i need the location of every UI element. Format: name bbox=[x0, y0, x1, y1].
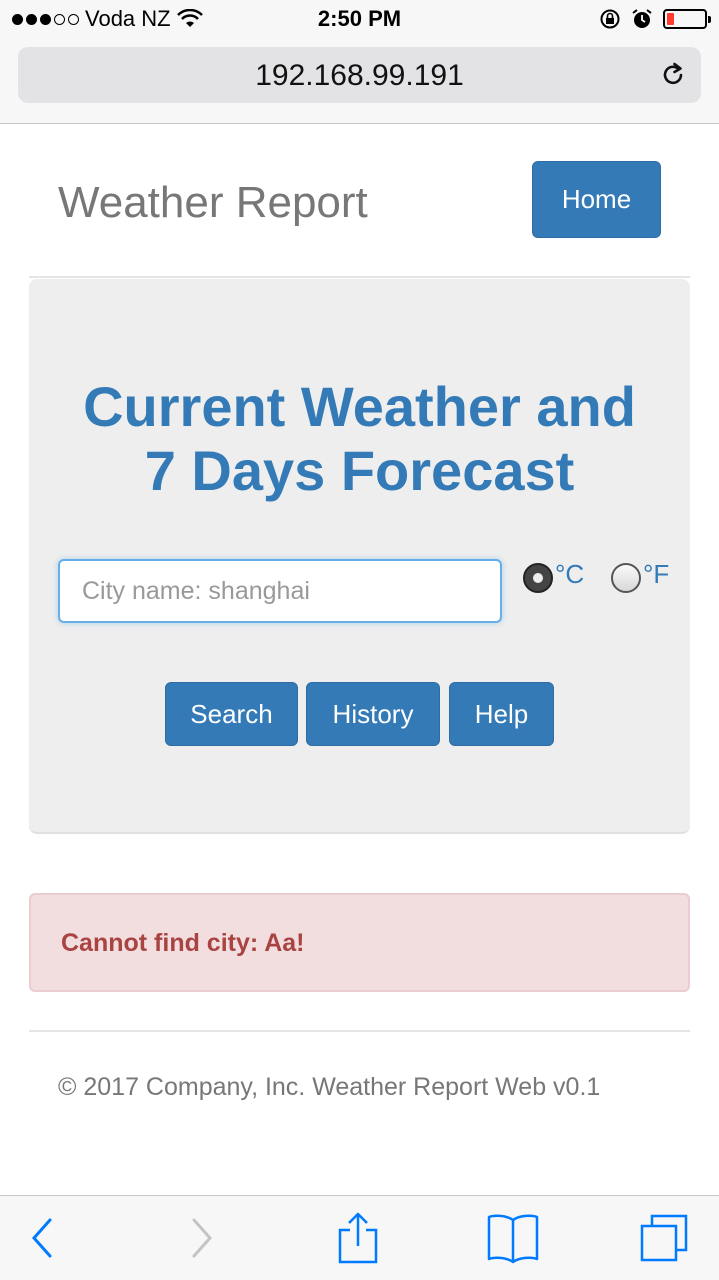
celsius-radio[interactable] bbox=[523, 563, 553, 593]
footer-divider bbox=[29, 1030, 690, 1032]
celsius-option[interactable]: °C bbox=[523, 559, 584, 593]
fahrenheit-label: °F bbox=[643, 558, 670, 589]
title-line-1: Current Weather and bbox=[83, 375, 636, 438]
browser-address-area: 192.168.99.191 bbox=[0, 40, 719, 124]
help-button[interactable]: Help bbox=[449, 682, 554, 746]
url-text[interactable]: 192.168.99.191 bbox=[18, 59, 701, 93]
fahrenheit-option[interactable]: °F bbox=[611, 559, 669, 593]
title-line-2: 7 Days Forecast bbox=[144, 439, 575, 502]
search-panel: Current Weather and 7 Days Forecast °C °… bbox=[29, 279, 690, 834]
status-bar: Voda NZ 2:50 PM bbox=[0, 0, 719, 40]
tabs-icon[interactable] bbox=[638, 1212, 692, 1264]
celsius-label: °C bbox=[555, 558, 585, 589]
city-search-input[interactable] bbox=[58, 559, 502, 623]
brand-title[interactable]: Weather Report bbox=[58, 178, 368, 228]
orientation-lock-icon bbox=[600, 9, 620, 29]
search-button[interactable]: Search bbox=[165, 682, 298, 746]
status-icons bbox=[599, 8, 711, 30]
history-button[interactable]: History bbox=[306, 682, 440, 746]
home-button[interactable]: Home bbox=[532, 161, 661, 238]
page-title: Current Weather and 7 Days Forecast bbox=[29, 375, 690, 503]
address-bar[interactable]: 192.168.99.191 bbox=[18, 47, 701, 103]
alarm-icon bbox=[632, 9, 652, 28]
browser-toolbar bbox=[0, 1195, 719, 1280]
reload-icon[interactable] bbox=[659, 61, 687, 89]
battery-icon bbox=[663, 9, 711, 29]
forward-icon[interactable] bbox=[188, 1214, 216, 1262]
share-icon[interactable] bbox=[334, 1210, 382, 1266]
site-navbar: Weather Report Home bbox=[29, 124, 690, 278]
back-icon[interactable] bbox=[28, 1214, 56, 1262]
bookmarks-icon[interactable] bbox=[484, 1212, 542, 1264]
footer-copyright: © 2017 Company, Inc. Weather Report Web … bbox=[58, 1073, 601, 1101]
error-message: Cannot find city: Aa! bbox=[61, 929, 305, 957]
fahrenheit-radio[interactable] bbox=[611, 563, 641, 593]
error-alert: Cannot find city: Aa! bbox=[29, 893, 690, 992]
